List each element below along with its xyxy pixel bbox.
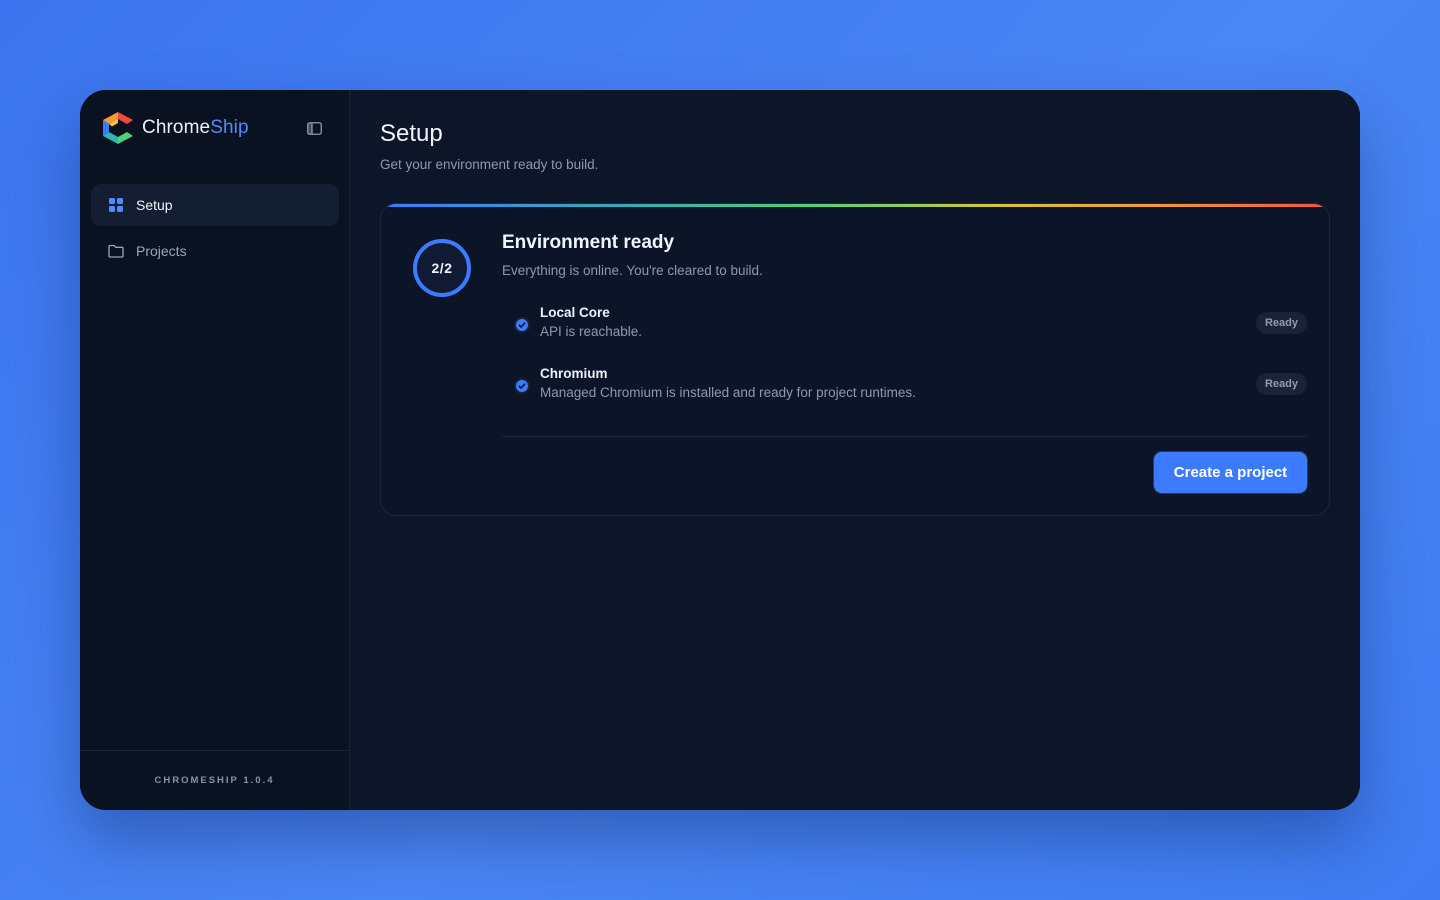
card-title: Environment ready: [502, 232, 675, 253]
sidebar-item-setup[interactable]: Setup: [91, 184, 339, 226]
brand-name-part1: Chrome: [142, 117, 211, 138]
folder-icon: [108, 243, 124, 259]
progress-label: 2/2: [431, 260, 453, 276]
brand-name: ChromeShip: [142, 117, 249, 139]
check-description: Managed Chromium is installed and ready …: [540, 385, 916, 400]
check-circle-icon: [514, 378, 530, 394]
check-name: Chromium: [540, 366, 608, 381]
check-description: API is reachable.: [540, 324, 643, 339]
create-project-button[interactable]: Create a project: [1154, 452, 1307, 493]
card-description: Everything is online. You're cleared to …: [502, 263, 763, 278]
check-name: Local Core: [540, 305, 610, 320]
grid-icon: [108, 197, 124, 213]
card-divider: [502, 436, 1307, 437]
sidebar-item-label: Setup: [136, 197, 173, 213]
status-badge: Ready: [1255, 373, 1307, 395]
sidebar-footer: CHROMESHIP 1.0.4: [80, 750, 349, 810]
main-content: Setup Get your environment ready to buil…: [350, 90, 1360, 810]
status-badge: Ready: [1255, 312, 1307, 334]
progress-ring: 2/2: [411, 237, 473, 299]
app-version: CHROMESHIP 1.0.4: [154, 775, 275, 786]
collapse-sidebar-button[interactable]: [304, 118, 324, 138]
rainbow-accent-bar: [387, 204, 1323, 207]
check-item-chromium: Chromium Managed Chromium is installed a…: [502, 363, 1329, 409]
sidebar-toggle-icon: [306, 121, 322, 135]
brand-name-part2: Ship: [210, 117, 249, 138]
sidebar-item-label: Projects: [136, 243, 187, 259]
sidebar-item-projects[interactable]: Projects: [91, 230, 339, 272]
chromeship-logo-icon: [103, 112, 133, 144]
check-item-local-core: Local Core API is reachable. Ready: [502, 302, 1329, 348]
page-title: Setup: [380, 120, 443, 147]
brand: ChromeShip: [100, 110, 249, 146]
check-circle-icon: [514, 317, 530, 333]
sidebar-nav: Setup Projects: [91, 184, 339, 276]
page-subtitle: Get your environment ready to build.: [380, 157, 599, 172]
sidebar: ChromeShip Setup Projects CHROMESHIP 1.0…: [80, 90, 350, 810]
app-window: ChromeShip Setup Projects CHROMESHIP 1.0…: [80, 90, 1360, 810]
environment-status-card: 2/2 Environment ready Everything is onli…: [380, 203, 1330, 516]
